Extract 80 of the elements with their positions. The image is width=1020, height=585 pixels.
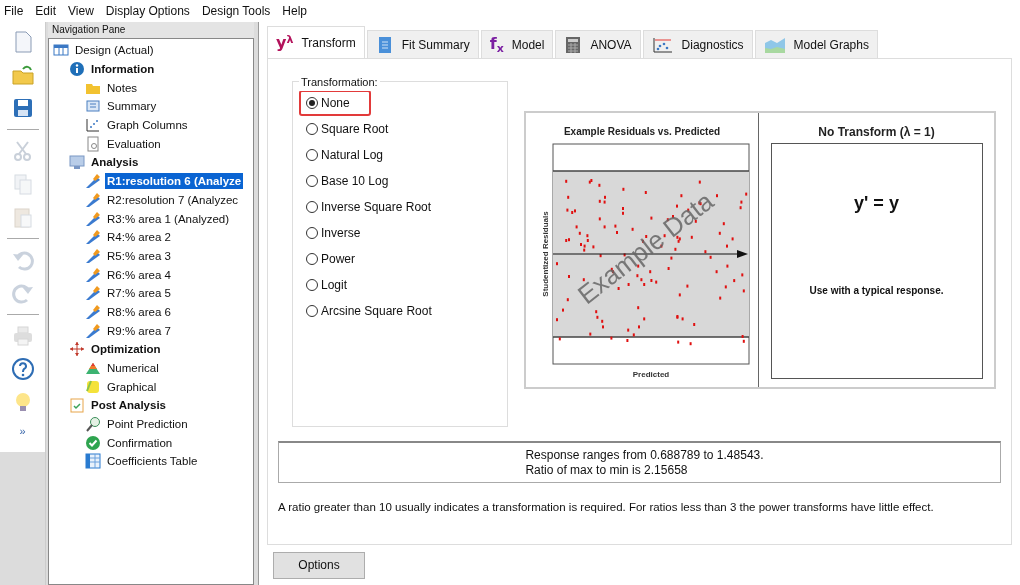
info-icon xyxy=(69,61,85,78)
description-text: Use with a typical response. xyxy=(809,284,944,298)
radio-option[interactable]: Arcsine Square Root xyxy=(299,298,439,324)
scatter-plot-icon xyxy=(651,35,674,54)
tree-item[interactable]: Confirmation xyxy=(105,434,175,451)
tree-item[interactable]: R1:resolution 6 (Analyze xyxy=(105,173,244,190)
formula: y' = y xyxy=(854,192,899,215)
folder-icon[interactable] xyxy=(10,63,35,87)
tree-item[interactable]: R9:% area 7 xyxy=(105,322,173,339)
tree-item[interactable]: Information xyxy=(89,61,157,78)
tree-item[interactable]: R2:resolution 7 (Analyzec xyxy=(105,191,241,208)
tree-item[interactable]: R6:% area 4 xyxy=(105,266,173,283)
menu-item[interactable]: Help xyxy=(282,2,308,20)
info-line: Response ranges from 0.688789 to 1.48543. xyxy=(525,447,764,463)
radio-option[interactable]: Inverse xyxy=(299,220,368,246)
tree-item[interactable]: Post Analysis xyxy=(89,397,168,414)
pencil-icon xyxy=(85,266,101,283)
radio-option[interactable]: Inverse Square Root xyxy=(299,194,439,220)
radio-option[interactable]: Logit xyxy=(299,272,355,298)
calculator-icon xyxy=(564,35,583,54)
menu-item[interactable]: Edit xyxy=(35,2,57,20)
pencil-icon xyxy=(85,303,101,320)
pencil-icon xyxy=(85,285,101,302)
crosshair-icon xyxy=(69,341,85,358)
note-text: A ratio greater than 10 usually indicates a transformation is required. For ratios less than 3 the power transforms have little effect. xyxy=(278,500,935,515)
tab[interactable]: Model Graphs xyxy=(754,30,878,58)
tree-item[interactable]: Design (Actual) xyxy=(73,42,156,59)
pane-title: Navigation Pane xyxy=(48,22,254,38)
scatter-plot-icon xyxy=(85,117,101,134)
tree-item[interactable]: Optimization xyxy=(89,341,163,358)
radio-option[interactable]: Base 10 Log xyxy=(299,168,396,194)
radio-option[interactable]: Square Root xyxy=(299,116,396,142)
tree-item[interactable]: Analysis xyxy=(89,154,141,171)
tree-item[interactable]: Coefficients Table xyxy=(105,453,200,470)
menu-item[interactable]: Design Tools xyxy=(201,2,271,20)
table-icon xyxy=(85,453,101,470)
tree-item[interactable]: Graphical xyxy=(105,378,159,395)
document-magnifier-icon xyxy=(85,135,101,152)
pencil-icon xyxy=(85,210,101,227)
check-circle-icon xyxy=(85,434,101,451)
pencil-icon xyxy=(85,247,101,264)
area-chart-icon xyxy=(763,35,786,54)
tree-item[interactable]: R7:% area 5 xyxy=(105,285,173,302)
shape-icon xyxy=(85,378,101,395)
radio-option[interactable]: None xyxy=(299,90,371,116)
plot-title: Example Residuals vs. Predicted xyxy=(563,126,721,137)
tree-item[interactable]: R4:% area 2 xyxy=(105,229,173,246)
magnifier-icon xyxy=(85,416,101,433)
tab[interactable]: ANOVA xyxy=(555,30,641,58)
monitor-icon xyxy=(69,154,85,171)
tree-item[interactable]: Summary xyxy=(105,98,159,115)
pencil-icon xyxy=(85,229,101,246)
tree-item[interactable]: R8:% area 6 xyxy=(105,303,173,320)
tree-item[interactable]: R5:% area 3 xyxy=(105,247,173,264)
options-button[interactable]: Options xyxy=(273,551,365,579)
tab[interactable]: Diagnostics xyxy=(642,30,753,58)
y-axis-label: Studentized Residuals xyxy=(541,211,550,297)
menu-item[interactable]: File xyxy=(4,2,24,20)
transform-title: No Transform (λ = 1) xyxy=(818,124,935,141)
tree-item[interactable]: Numerical xyxy=(105,360,161,377)
window-icon xyxy=(85,98,101,115)
tree-item[interactable]: Point Prediction xyxy=(105,416,190,433)
menu-item[interactable]: View xyxy=(68,2,94,20)
x-axis-label: Predicted xyxy=(632,370,670,379)
radio-option[interactable]: Natural Log xyxy=(299,142,391,168)
more-button[interactable]: » xyxy=(19,423,26,440)
info-line: Ratio of max to min is 2.15658 xyxy=(525,462,689,478)
tree-item[interactable]: Evaluation xyxy=(105,135,163,152)
help-icon[interactable] xyxy=(10,357,35,381)
radio-option[interactable]: Power xyxy=(299,246,362,272)
menu-item[interactable]: Display Options xyxy=(105,2,190,20)
table-icon xyxy=(53,42,69,59)
pencil-icon xyxy=(85,322,101,339)
tree-item[interactable]: R3:% area 1 (Analyzed) xyxy=(105,210,232,227)
tree-item[interactable]: Notes xyxy=(105,79,140,96)
clipboard-check-icon xyxy=(69,397,85,414)
pencil-icon xyxy=(85,173,101,190)
tree-item[interactable]: Graph Columns xyxy=(105,117,190,134)
pencil-icon xyxy=(85,191,101,208)
tab[interactable]: Fit Summary xyxy=(366,30,479,58)
